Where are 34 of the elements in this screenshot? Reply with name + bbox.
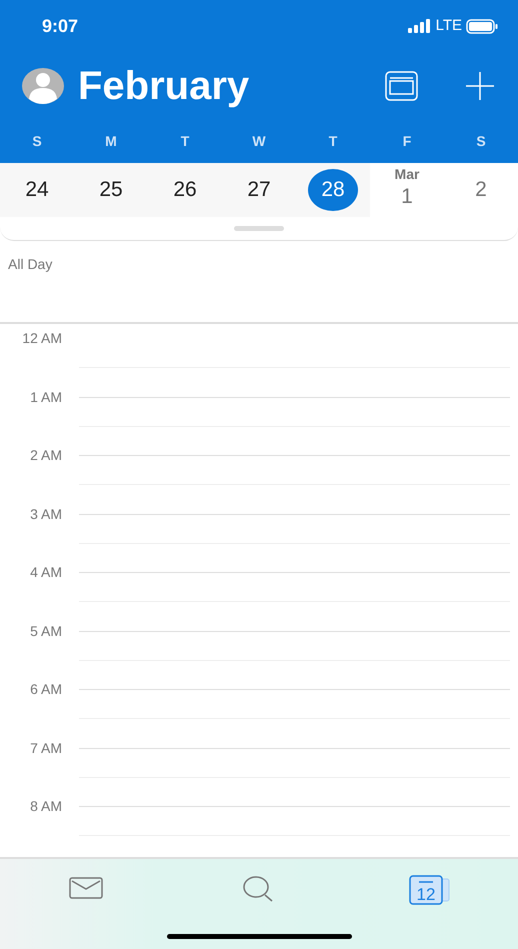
date-item[interactable]: 26 [173,174,197,206]
date-item[interactable]: 28 [308,168,358,211]
signal-icon [408,19,432,33]
weekday-label: S [32,132,42,151]
avatar-icon[interactable] [22,68,64,104]
hour-label: 5 AM [29,622,62,641]
date-item[interactable]: 24 [25,174,49,206]
network-label: LTE [436,16,462,36]
weekday-label: F [402,132,412,151]
hour-label: 7 AM [29,740,62,758]
all-day-label: All Day [8,256,52,272]
date-item[interactable]: 1 [401,181,413,213]
date-item[interactable]: 27 [247,174,271,206]
weekday-label: M [105,132,117,151]
date-item[interactable]: 2 [475,174,487,206]
month-label: Mar [394,167,420,182]
hour-label: 4 AM [29,564,62,582]
hour-label: 2 AM [29,447,62,466]
add-button[interactable] [466,72,494,100]
weekday-label: S [476,132,486,151]
hour-label: 8 AM [29,798,62,816]
hour-label: 6 AM [29,681,62,700]
battery-icon [466,18,498,34]
status-time: 9:07 [42,14,78,38]
hour-label: 3 AM [29,506,62,524]
weekday-label: W [252,132,266,151]
date-item[interactable]: 25 [99,174,123,206]
view-toggle-button[interactable] [385,71,418,101]
month-title: February [78,66,250,106]
drag-handle[interactable] [234,226,284,231]
weekday-label: T [180,132,190,151]
weekday-label: T [328,132,338,151]
hour-label: 12 AM [21,330,62,348]
hour-label: 1 AM [29,388,62,407]
